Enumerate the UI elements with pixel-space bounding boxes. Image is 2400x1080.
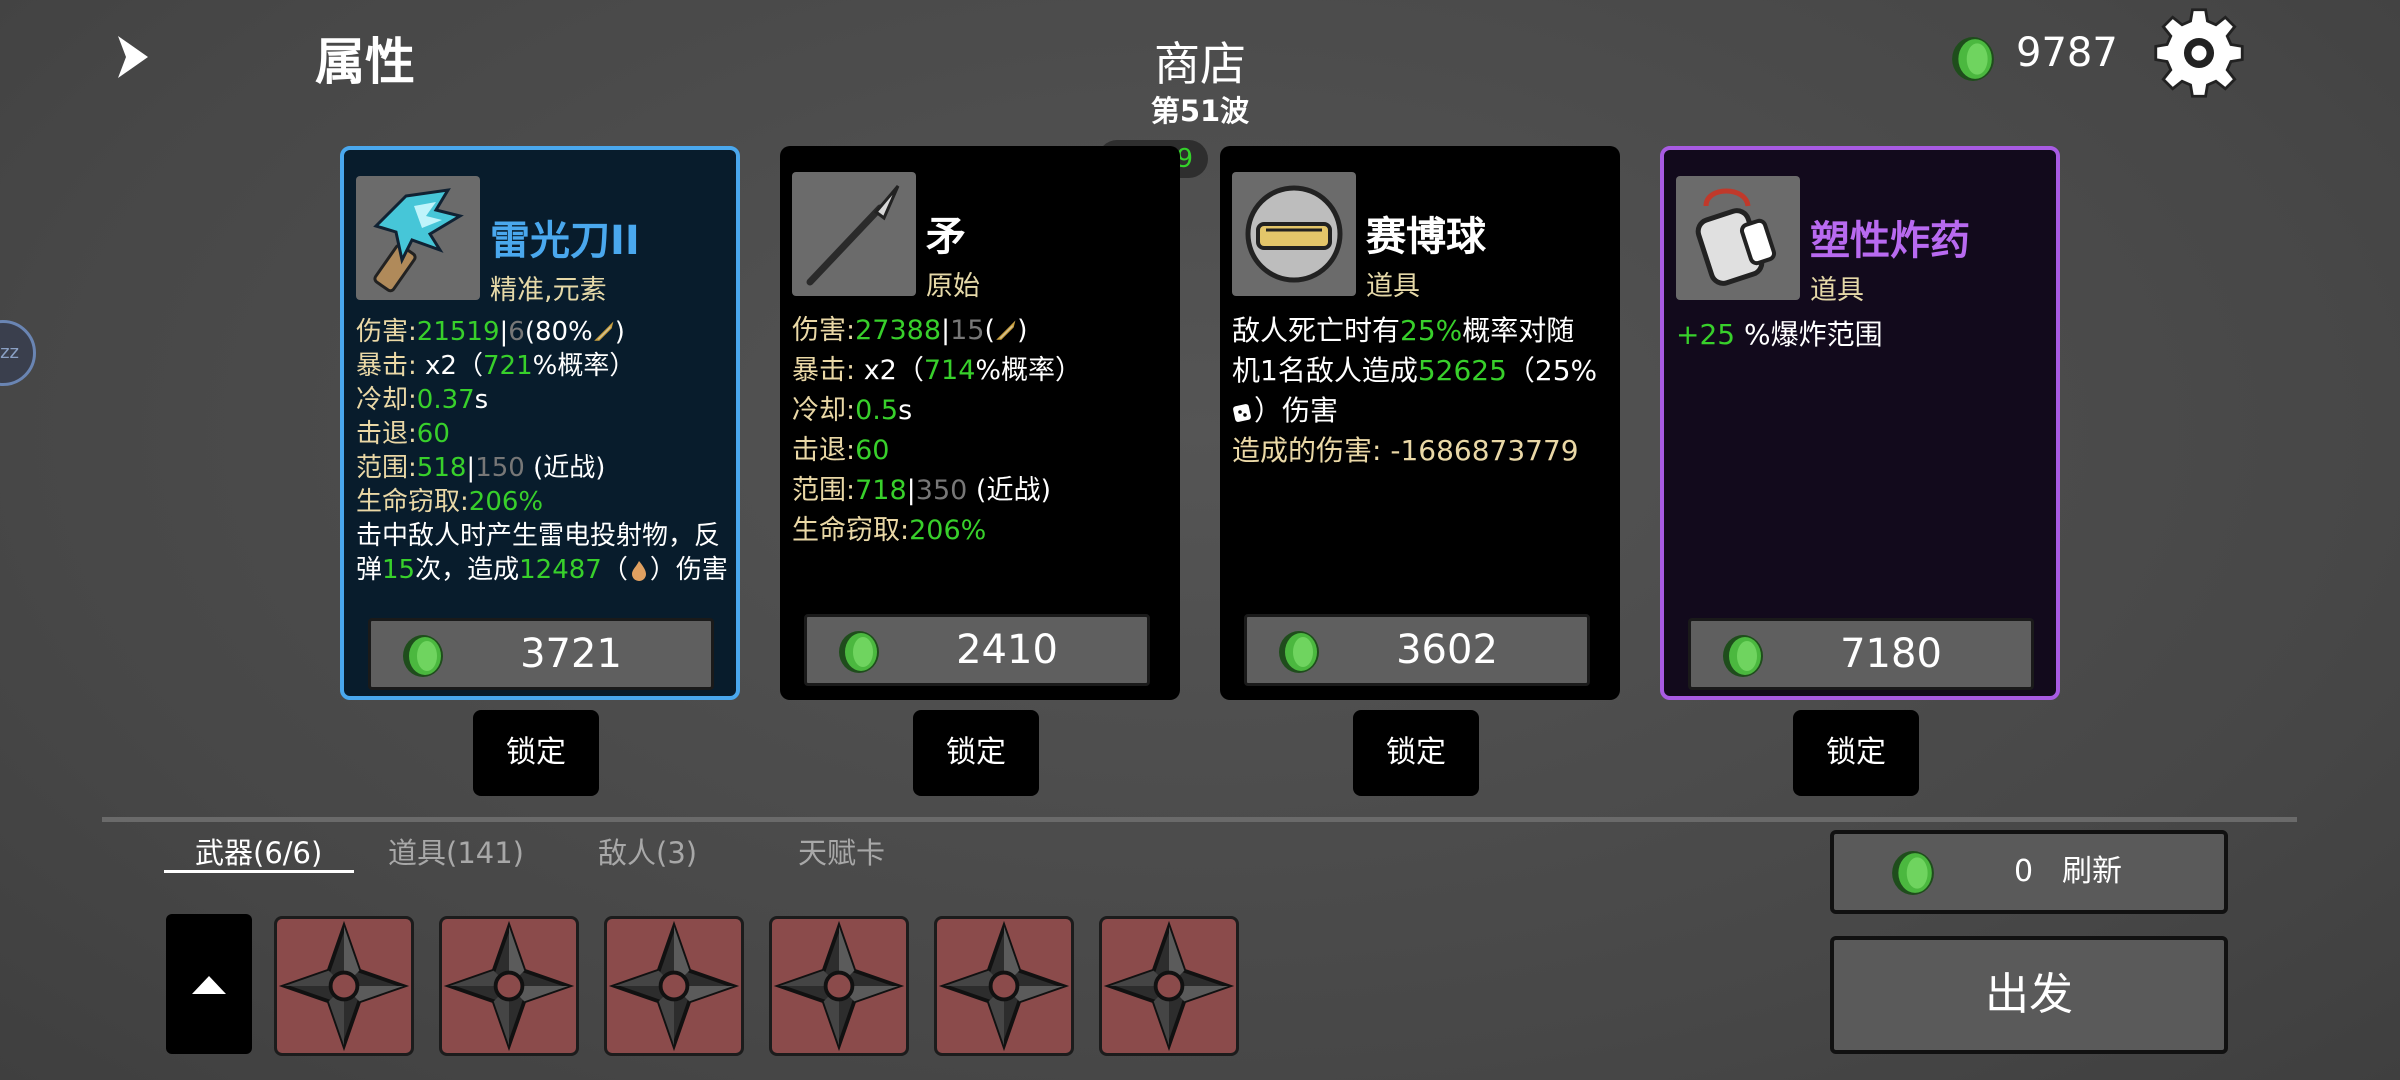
depart-button[interactable]: 出发 (1830, 936, 2228, 1054)
price-tag[interactable]: 3602 (1244, 614, 1590, 686)
shop-title: 商店 (1154, 37, 1246, 91)
price-tag[interactable]: 2410 (804, 614, 1150, 686)
coin-icon (1279, 631, 1319, 673)
dice-icon (1232, 394, 1254, 422)
item-description: +25 %爆炸范围 (1676, 318, 1883, 351)
weapon-slot[interactable] (769, 916, 909, 1056)
tab-enemies[interactable]: 敌人(3) (598, 830, 697, 872)
shop-card-item-4[interactable]: 塑性炸药 道具 +25 %爆炸范围 7180 (1660, 146, 2060, 700)
price-value: 7180 (1840, 631, 1942, 677)
tab-items[interactable]: 道具(141) (388, 830, 524, 872)
side-badge[interactable]: zz (0, 320, 36, 386)
lock-button[interactable]: 锁定 (1793, 710, 1919, 796)
shop-card-weapon-2[interactable]: 矛 原始 伤害:27388|15() 暴击: x2（714%概率） 冷却:0.5… (780, 146, 1180, 700)
attributes-title[interactable]: 属性 (315, 22, 415, 94)
item-stats: 伤害:27388|15() 暴击: x2（714%概率） 冷却:0.5s 击退:… (792, 314, 1083, 546)
item-tags: 道具 (1366, 271, 1420, 302)
tab-talent-cards[interactable]: 天赋卡 (798, 830, 885, 872)
shuriken-icon (282, 924, 406, 1048)
shop-card-weapon-1[interactable]: 雷光刀II 精准,元素 伤害:21519|6(80%) 暴击: x2（721%概… (340, 146, 740, 700)
gear-icon[interactable] (2152, 6, 2246, 100)
weapon-slot[interactable] (604, 916, 744, 1056)
price-tag[interactable]: 7180 (1688, 618, 2034, 690)
lock-button[interactable]: 锁定 (1353, 710, 1479, 796)
divider (102, 817, 2297, 822)
shuriken-icon (447, 924, 571, 1048)
tab-weapons[interactable]: 武器(6/6) (195, 830, 322, 872)
item-name: 矛 (926, 214, 966, 260)
weapon-slot[interactable] (439, 916, 579, 1056)
price-value: 2410 (956, 627, 1058, 673)
item-tags: 精准,元素 (490, 275, 607, 306)
lock-button[interactable]: 锁定 (473, 710, 599, 796)
price-value: 3602 (1396, 627, 1498, 673)
shuriken-icon (777, 924, 901, 1048)
item-tags: 原始 (926, 271, 980, 302)
gold-coin-icon (1952, 37, 1994, 81)
item-name: 塑性炸药 (1810, 218, 1970, 264)
sword-icon (995, 314, 1017, 340)
refresh-label: 刷新 (2062, 854, 2122, 889)
lock-button[interactable]: 锁定 (913, 710, 1039, 796)
refresh-button[interactable]: 0 刷新 (1830, 830, 2228, 914)
shuriken-icon (942, 924, 1066, 1048)
refresh-cost: 0 (2014, 854, 2034, 889)
item-stats: 伤害:21519|6(80%) 暴击: x2（721%概率） 冷却:0.37s … (356, 317, 728, 585)
weapon-slot[interactable] (274, 916, 414, 1056)
price-tag[interactable]: 3721 (368, 618, 714, 690)
coin-icon (839, 631, 879, 673)
shuriken-icon (612, 924, 736, 1048)
item-tags: 道具 (1810, 275, 1864, 306)
gold-amount: 9787 (2016, 30, 2118, 76)
wave-label: 第51波 (1150, 94, 1250, 128)
arrow-up-icon (192, 976, 226, 994)
item-name: 赛博球 (1366, 214, 1486, 260)
shuriken-icon (1107, 924, 1231, 1048)
item-description: 敌人死亡时有25%概率对随 机1名敌人造成52625（25% ）伤害 造成的伤害… (1232, 314, 1598, 467)
item-name: 雷光刀II (490, 218, 640, 264)
expand-up-button[interactable] (166, 914, 252, 1054)
sword-icon (593, 318, 615, 341)
coin-icon (1892, 851, 1934, 895)
plastic-explosive-icon (1676, 176, 1800, 300)
back-arrow-icon[interactable] (108, 30, 162, 84)
price-value: 3721 (520, 631, 622, 677)
coin-icon (1723, 635, 1763, 677)
active-tab-indicator (164, 870, 354, 873)
cyber-ball-icon (1232, 172, 1356, 296)
coin-icon (403, 635, 443, 677)
weapon-slot[interactable] (1099, 916, 1239, 1056)
weapon-slot[interactable] (934, 916, 1074, 1056)
lightning-blade-icon (356, 176, 480, 300)
element-fire-icon (628, 556, 650, 581)
shop-card-item-3[interactable]: 赛博球 道具 敌人死亡时有25%概率对随 机1名敌人造成52625（25% ）伤… (1220, 146, 1620, 700)
spear-icon (792, 172, 916, 296)
